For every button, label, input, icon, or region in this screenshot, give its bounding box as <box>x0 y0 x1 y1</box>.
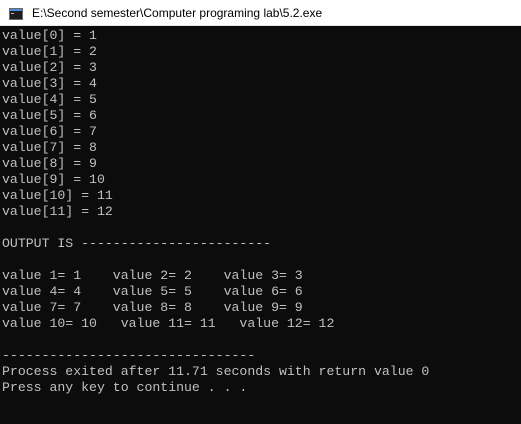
console-line: value[4] = 5 <box>2 92 97 107</box>
console-app-icon <box>9 7 23 20</box>
console-line: value[8] = 9 <box>2 156 97 171</box>
separator-line: -------------------------------- <box>2 348 256 363</box>
console-line: value[0] = 1 <box>2 28 97 43</box>
console-line: value[9] = 10 <box>2 172 105 187</box>
output-header: OUTPUT IS ------------------------ <box>2 236 272 251</box>
continue-prompt: Press any key to continue . . . <box>2 380 248 395</box>
console-line: value[11] = 12 <box>2 204 113 219</box>
console-line: value[1] = 2 <box>2 44 97 59</box>
console-output[interactable]: value[0] = 1 value[1] = 2 value[2] = 3 v… <box>0 28 512 424</box>
console-line: value[7] = 8 <box>2 140 97 155</box>
window-title: E:\Second semester\Computer programing l… <box>32 5 323 20</box>
console-line: value[3] = 4 <box>2 76 97 91</box>
console-line: value[10] = 11 <box>2 188 113 203</box>
console-line: value[5] = 6 <box>2 108 97 123</box>
title-bar[interactable]: E:\Second semester\Computer programing l… <box>0 0 521 26</box>
console-line: value[6] = 7 <box>2 124 97 139</box>
process-exit-message: Process exited after 11.71 seconds with … <box>2 364 430 379</box>
console-line: value[2] = 3 <box>2 60 97 75</box>
console-window: E:\Second semester\Computer programing l… <box>0 0 521 424</box>
console-line: value 1= 1 value 2= 2 value 3= 3 <box>2 268 303 283</box>
console-line: value 4= 4 value 5= 5 value 6= 6 <box>2 284 303 299</box>
console-line: value 7= 7 value 8= 8 value 9= 9 <box>2 300 303 315</box>
vertical-scrollbar[interactable] <box>512 26 521 424</box>
console-line: value 10= 10 value 11= 11 value 12= 12 <box>2 316 335 331</box>
